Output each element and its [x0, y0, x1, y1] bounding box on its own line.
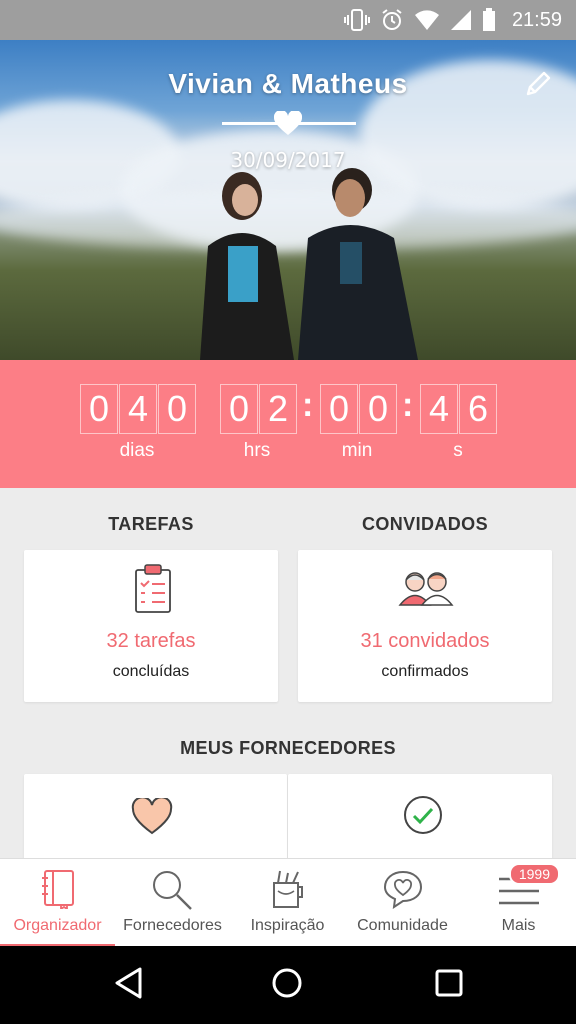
heart-icon — [131, 798, 173, 835]
nav-label: Fornecedores — [123, 917, 222, 934]
countdown-digit: 0 — [320, 384, 358, 434]
guests-people-icon — [398, 572, 454, 606]
hired-vendors-card[interactable] — [288, 774, 552, 864]
countdown-digit: 0 — [359, 384, 397, 434]
clipboard-checklist-icon — [135, 564, 171, 613]
tasks-heading: TAREFAS — [108, 514, 194, 534]
signal-icon — [450, 10, 471, 30]
nav-label: Mais — [501, 917, 536, 934]
nav-fornecedores[interactable]: Fornecedores — [115, 859, 230, 947]
seconds-label: s — [453, 440, 463, 461]
colon-separator: : — [402, 386, 414, 424]
nav-label: Organizador — [13, 917, 102, 934]
bottom-navigation: Organizador Fornecedores Inspiração Comu… — [0, 858, 576, 947]
guests-subtitle: confirmados — [381, 663, 469, 680]
countdown-digit: 4 — [119, 384, 157, 434]
days-label: dias — [119, 440, 155, 461]
countdown-digit: 0 — [220, 384, 258, 434]
notification-badge: 1999 — [508, 863, 560, 885]
favorite-vendors-card[interactable] — [24, 774, 287, 864]
nav-label: Inspiração — [250, 917, 325, 934]
vendors-heading: MEUS FORNECEDORES — [180, 738, 396, 758]
countdown-digit: 4 — [420, 384, 458, 434]
status-bar: 21:59 — [0, 0, 576, 40]
countdown-digit: 2 — [259, 384, 297, 434]
guests-card[interactable]: 31 convidados confirmados — [298, 550, 552, 702]
couple-photo — [200, 168, 418, 360]
tasks-count: 32 tarefas — [106, 630, 196, 652]
guests-heading: CONVIDADOS — [361, 514, 488, 534]
tasks-subtitle: concluídas — [112, 663, 190, 680]
cup-icon — [272, 870, 303, 908]
wedding-date: 30/09/2017 — [230, 148, 346, 172]
colon-separator: : — [302, 386, 314, 424]
countdown-digit: 0 — [80, 384, 118, 434]
recents-icon[interactable] — [432, 966, 466, 1000]
nav-organizador[interactable]: Organizador — [0, 859, 115, 947]
minutes-label: min — [341, 440, 373, 461]
search-icon — [152, 871, 192, 910]
couple-names: Vivian & Matheus — [168, 68, 408, 99]
couple-hero-photo: Vivian & Matheus 30/09/2017 — [0, 40, 576, 360]
clock: 21:59 — [511, 8, 562, 31]
notebook-icon — [41, 870, 74, 909]
tasks-card[interactable]: 32 tarefas concluídas — [24, 550, 278, 702]
countdown-digit: 0 — [158, 384, 196, 434]
edit-pencil-icon[interactable] — [522, 68, 554, 100]
chat-heart-icon — [383, 870, 422, 909]
system-navigation-bar — [0, 946, 576, 1024]
countdown-digit: 6 — [459, 384, 497, 434]
checkmark-circle-icon — [404, 796, 442, 834]
nav-label: Comunidade — [357, 917, 448, 934]
heart-icon — [274, 111, 302, 135]
nav-comunidade[interactable]: Comunidade — [345, 859, 460, 947]
home-icon[interactable] — [270, 966, 304, 1000]
guests-count: 31 convidados — [360, 630, 490, 652]
vibrate-icon — [343, 9, 370, 31]
hours-label: hrs — [243, 440, 271, 461]
battery-icon — [482, 8, 495, 31]
alarm-icon — [382, 9, 402, 30]
nav-mais[interactable]: 1999 Mais — [461, 859, 576, 947]
countdown-panel: 0 4 0 0 2 : 0 0 : 4 6 dias hrs min s — [0, 360, 576, 488]
nav-inspiracao[interactable]: Inspiração — [230, 859, 345, 947]
wifi-icon — [414, 10, 439, 30]
back-icon[interactable] — [112, 966, 146, 1000]
